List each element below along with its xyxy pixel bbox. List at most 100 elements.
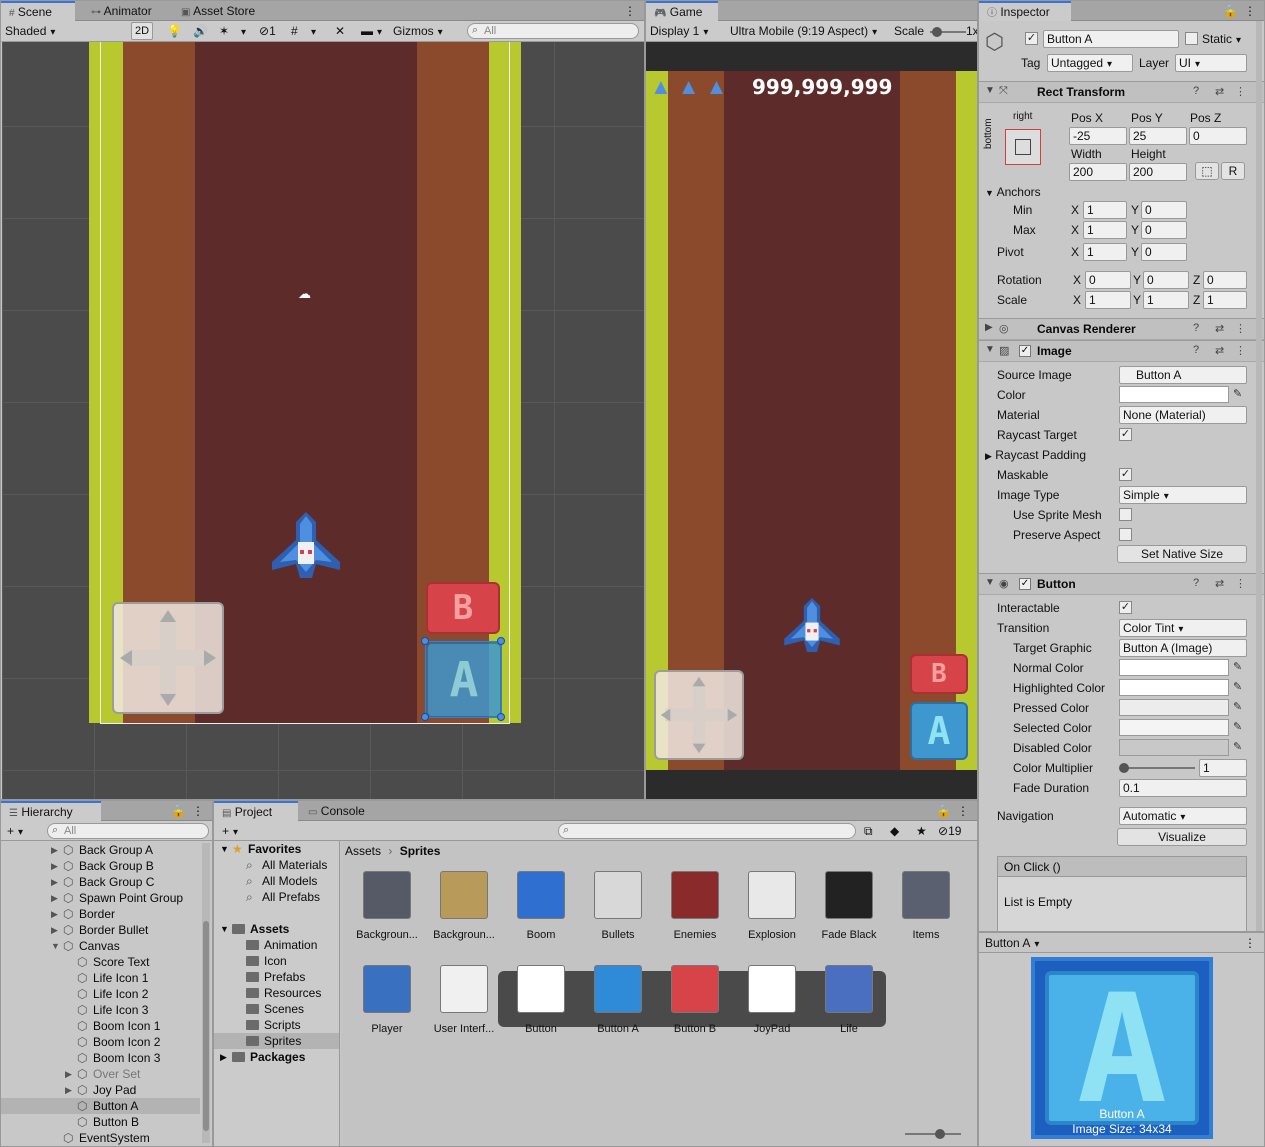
- asset-item[interactable]: Explosion: [734, 865, 810, 941]
- asset-item[interactable]: Bullets: [580, 865, 656, 941]
- visibility-icon[interactable]: ⊘1: [259, 22, 276, 40]
- tab-console[interactable]: ▭ Console: [300, 801, 371, 821]
- hierarchy-item[interactable]: ▶ ⬡ Back Group A: [1, 842, 200, 858]
- preset-icon[interactable]: ⇄: [1215, 85, 1224, 98]
- favorite-all-prefabs[interactable]: ⌕ All Prefabs: [214, 889, 339, 905]
- asset-item[interactable]: Button A: [580, 959, 656, 1035]
- expand-icon[interactable]: ▶: [51, 890, 58, 906]
- assets-item[interactable]: ▼ Assets: [214, 921, 339, 937]
- inspector-menu-icon[interactable]: ⋮: [1244, 2, 1256, 20]
- hierarchy-menu-icon[interactable]: ⋮: [192, 802, 204, 820]
- asset-item[interactable]: Boom: [503, 865, 579, 941]
- asset-folder-item[interactable]: Scenes: [214, 1001, 339, 1017]
- scene-search-input[interactable]: All: [467, 23, 639, 39]
- visualize-button[interactable]: Visualize: [1117, 828, 1247, 846]
- asset-item[interactable]: Backgroun...: [426, 865, 502, 941]
- expand-icon[interactable]: ▶: [65, 1066, 72, 1082]
- lighting-icon[interactable]: 💡: [167, 22, 182, 40]
- scale-slider-knob[interactable]: [932, 27, 942, 37]
- active-checkbox[interactable]: ✓: [1025, 32, 1038, 45]
- anchors-foldout[interactable]: ▼ Anchors: [985, 185, 1041, 199]
- selected-color-swatch[interactable]: [1119, 719, 1229, 736]
- tab-hierarchy[interactable]: ☰ Hierarchy: [1, 801, 101, 821]
- max-x-field[interactable]: 1: [1083, 221, 1127, 239]
- zoom-slider-knob[interactable]: [935, 1129, 945, 1139]
- search-by-label-icon[interactable]: ◆: [890, 822, 899, 840]
- hierarchy-item[interactable]: ▶ ⬡ Back Group B: [1, 858, 200, 874]
- preview-menu-icon[interactable]: ⋮: [1244, 934, 1256, 952]
- hierarchy-item[interactable]: ▶ ⬡ Border Bullet: [1, 922, 200, 938]
- game-button-a[interactable]: A: [910, 702, 968, 760]
- packages-item[interactable]: ▶ Packages: [214, 1049, 339, 1065]
- scale-slider[interactable]: [930, 27, 966, 37]
- collapse-icon[interactable]: ▼: [51, 938, 60, 954]
- grid-dropdown[interactable]: [307, 22, 316, 40]
- normal-color-swatch[interactable]: [1119, 659, 1229, 676]
- fade-duration-field[interactable]: 0.1: [1119, 779, 1247, 797]
- pos-x-field[interactable]: -25: [1069, 127, 1127, 145]
- maskable-checkbox[interactable]: ✓: [1119, 468, 1132, 481]
- hierarchy-item[interactable]: ▶ ⬡ Joy Pad: [1, 1082, 200, 1098]
- use-sprite-mesh-checkbox[interactable]: [1119, 508, 1132, 521]
- image-type-dropdown[interactable]: Simple: [1119, 486, 1247, 504]
- component-menu-icon[interactable]: ⋮: [1235, 85, 1246, 98]
- eyedropper-icon[interactable]: ✎: [1233, 720, 1242, 733]
- search-by-type-icon[interactable]: ⧉: [864, 822, 873, 840]
- button-enabled-checkbox[interactable]: ✓: [1019, 578, 1031, 590]
- rect-transform-header[interactable]: ▼ ⤧ Rect Transform ? ⇄ ⋮: [979, 81, 1264, 103]
- pivot-y-field[interactable]: 0: [1141, 243, 1187, 261]
- tab-game[interactable]: 🎮 Game: [646, 1, 718, 21]
- image-header[interactable]: ▼ ▨ ✓ Image ? ⇄ ⋮: [979, 340, 1264, 362]
- hierarchy-item[interactable]: ▶ ⬡ Spawn Point Group: [1, 890, 200, 906]
- help-icon[interactable]: ?: [1193, 577, 1199, 589]
- project-search-input[interactable]: [558, 823, 856, 839]
- effects-dropdown[interactable]: [237, 22, 246, 40]
- project-create-dropdown[interactable]: +: [222, 822, 238, 840]
- hierarchy-item[interactable]: ⬡ Life Icon 3: [1, 1002, 200, 1018]
- asset-item[interactable]: Button B: [657, 959, 733, 1035]
- anchor-preset-button[interactable]: [1005, 129, 1041, 165]
- eyedropper-icon[interactable]: ✎: [1233, 740, 1242, 753]
- highlighted-color-swatch[interactable]: [1119, 679, 1229, 696]
- favorite-icon[interactable]: ★: [916, 822, 927, 840]
- asset-folder-item[interactable]: Animation: [214, 937, 339, 953]
- hierarchy-item[interactable]: ▼ ⬡ Canvas: [1, 938, 200, 954]
- tab-scene[interactable]: # Scene: [1, 1, 75, 21]
- component-menu-icon[interactable]: ⋮: [1235, 322, 1246, 335]
- hierarchy-item[interactable]: ▶ ⬡ Border: [1, 906, 200, 922]
- min-x-field[interactable]: 1: [1083, 201, 1127, 219]
- color-multiplier-slider[interactable]: [1119, 763, 1195, 773]
- hierarchy-search-input[interactable]: All: [47, 823, 209, 839]
- eyedropper-icon[interactable]: ✎: [1233, 660, 1242, 673]
- favorite-all-models[interactable]: ⌕ All Models: [214, 873, 339, 889]
- asset-folder-item[interactable]: Prefabs: [214, 969, 339, 985]
- favorites-item[interactable]: ▼ ★ Favorites: [214, 841, 339, 857]
- raw-edit-button[interactable]: R: [1221, 162, 1245, 180]
- pressed-color-swatch[interactable]: [1119, 699, 1229, 716]
- eyedropper-icon[interactable]: ✎: [1233, 700, 1242, 713]
- source-image-field[interactable]: Button A: [1119, 366, 1247, 384]
- scale-z-field[interactable]: 1: [1203, 291, 1247, 309]
- width-field[interactable]: 200: [1069, 163, 1127, 181]
- asset-folder-item[interactable]: Icon: [214, 953, 339, 969]
- zoom-slider[interactable]: [905, 1129, 961, 1139]
- tools-icon[interactable]: ✕: [335, 22, 345, 40]
- rot-y-field[interactable]: 0: [1143, 271, 1189, 289]
- hierarchy-item[interactable]: ⬡ Life Icon 1: [1, 970, 200, 986]
- scale-x-field[interactable]: 1: [1085, 291, 1131, 309]
- expand-icon[interactable]: ▶: [51, 858, 58, 874]
- hierarchy-item[interactable]: ⬡ Boom Icon 2: [1, 1034, 200, 1050]
- preview-title-dropdown[interactable]: Button A: [985, 936, 1039, 950]
- help-icon[interactable]: ?: [1193, 344, 1199, 356]
- tab-animator[interactable]: ⊶ Animator: [83, 1, 158, 21]
- static-dropdown[interactable]: Static: [1202, 32, 1241, 46]
- grid-snap-icon[interactable]: #: [291, 22, 298, 40]
- color-multiplier-field[interactable]: 1: [1199, 759, 1247, 777]
- hierarchy-scroll-thumb[interactable]: [203, 921, 209, 1131]
- scale-y-field[interactable]: 1: [1143, 291, 1189, 309]
- preserve-aspect-checkbox[interactable]: [1119, 528, 1132, 541]
- handle-tr[interactable]: [497, 637, 505, 645]
- pos-z-field[interactable]: 0: [1189, 127, 1247, 145]
- game-button-b[interactable]: B: [910, 654, 968, 694]
- expand-icon[interactable]: ▶: [51, 874, 58, 890]
